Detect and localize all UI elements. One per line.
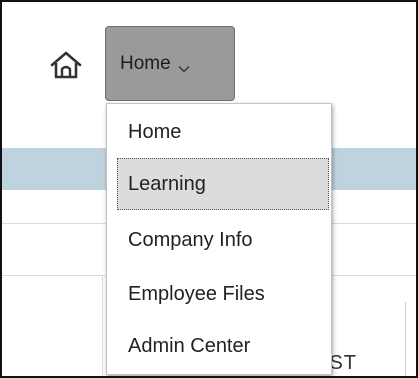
divider [102,275,103,376]
menu-item-company-info[interactable]: Company Info [117,214,329,266]
home-menu-button[interactable]: Home [105,26,235,101]
menu-item-label: Admin Center [128,334,251,357]
app-window: CST Home Home Learning Company Info Empl… [0,0,418,378]
chevron-down-icon [178,60,190,72]
home-dropdown-menu: Home Learning Company Info Employee File… [106,103,332,375]
menu-item-employee-files[interactable]: Employee Files [117,268,329,320]
divider [405,302,406,376]
menu-item-label: Home [128,120,182,143]
menu-item-admin-center[interactable]: Admin Center [117,320,329,372]
menu-item-label: Company Info [128,228,253,251]
menu-item-label: Employee Files [128,282,265,305]
menu-item-home[interactable]: Home [117,106,329,158]
menu-item-learning[interactable]: Learning [117,158,329,210]
home-menu-button-label: Home [120,52,171,74]
home-icon[interactable] [49,50,83,80]
menu-item-label: Learning [128,172,206,195]
